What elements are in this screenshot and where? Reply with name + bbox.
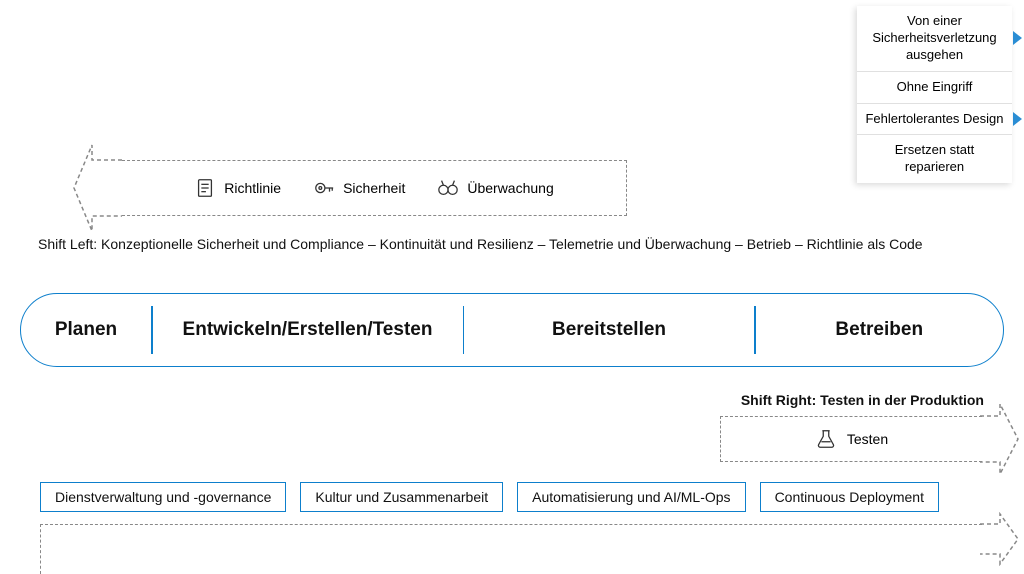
item-label: Sicherheit: [343, 180, 405, 196]
pill-label: Bereitstellen: [552, 319, 666, 341]
main-pill: Planen Entwickeln/Erstellen/Testen Berei…: [20, 293, 1004, 367]
pill-label: Betreiben: [835, 319, 923, 341]
monitoring-icon: [437, 177, 459, 199]
item-label: Richtlinie: [224, 180, 281, 196]
callout-item: Ersetzen statt reparieren: [857, 135, 1012, 183]
security-icon: [313, 177, 335, 199]
callout-label: Fehlertolerantes Design: [865, 111, 1003, 126]
pill-section-operate: Betreiben: [756, 294, 1004, 366]
box-label: Dienstverwaltung und -governance: [55, 489, 271, 505]
policy-icon: [194, 177, 216, 199]
callout-item: Fehlertolerantes Design: [857, 104, 1012, 136]
arrow-body: Richtlinie Sicherheit Überwachung: [122, 160, 627, 216]
callout-label: Ohne Eingriff: [897, 79, 973, 94]
pill-section-deploy: Bereitstellen: [464, 294, 754, 366]
shift-left-label: Shift Left: Konzeptionelle Sicherheit un…: [38, 236, 1004, 252]
bottom-box: Kultur und Zusammenarbeit: [300, 482, 503, 512]
shift-right-arrow: Testen: [720, 416, 1006, 462]
arrow-head-left-icon: [72, 140, 122, 236]
item-label: Testen: [847, 431, 888, 447]
callout-label: Von einer Sicherheitsverletzung ausgehen: [872, 13, 996, 62]
bottom-box: Automatisierung und AI/ML-Ops: [517, 482, 745, 512]
callout-item: Ohne Eingriff: [857, 72, 1012, 104]
bottom-boxes: Dienstverwaltung und -governance Kultur …: [40, 482, 1004, 512]
shift-left-item-policy: Richtlinie: [194, 177, 281, 199]
box-label: Continuous Deployment: [775, 489, 924, 505]
shift-right-label: Shift Right: Testen in der Produktion: [741, 392, 984, 408]
arrow-body: [40, 524, 982, 574]
shift-left-item-monitoring: Überwachung: [437, 177, 553, 199]
pill-label: Planen: [55, 319, 117, 341]
connector-arrow: [1013, 112, 1022, 126]
bottom-box: Dienstverwaltung und -governance: [40, 482, 286, 512]
arrow-head-right-icon: [980, 512, 1020, 566]
test-icon: [815, 428, 837, 450]
shift-left-arrow: Richtlinie Sicherheit Überwachung: [92, 160, 627, 216]
pill-section-plan: Planen: [21, 294, 151, 366]
arrow-body: Testen: [720, 416, 982, 462]
bottom-box: Continuous Deployment: [760, 482, 939, 512]
pill-label: Entwickeln/Erstellen/Testen: [183, 319, 433, 341]
box-label: Kultur und Zusammenarbeit: [315, 489, 488, 505]
arrow-head-right-icon: [980, 401, 1020, 477]
connector-arrow: [1013, 31, 1022, 45]
bottom-dashed-arrow: [40, 524, 1006, 554]
box-label: Automatisierung und AI/ML-Ops: [532, 489, 730, 505]
callout-item: Von einer Sicherheitsverletzung ausgehen: [857, 6, 1012, 72]
item-label: Überwachung: [467, 180, 553, 196]
callout-label: Ersetzen statt reparieren: [895, 142, 974, 174]
pill-section-develop: Entwickeln/Erstellen/Testen: [153, 294, 463, 366]
callout-box: Von einer Sicherheitsverletzung ausgehen…: [857, 6, 1012, 183]
shift-left-item-security: Sicherheit: [313, 177, 405, 199]
